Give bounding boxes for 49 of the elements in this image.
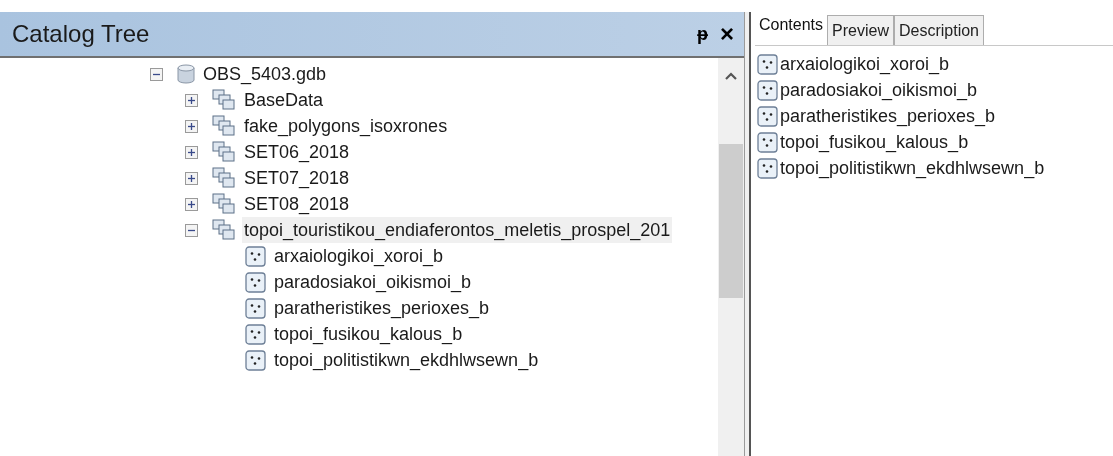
tree-item[interactable]: topoi_touristikou_endiaferontos_meletis_prospel_201: [242, 217, 673, 243]
expand-icon[interactable]: [185, 145, 198, 159]
tab[interactable]: Description: [893, 15, 984, 45]
expand-icon[interactable]: [185, 171, 198, 185]
tree-item[interactable]: paratheristikes_perioxes_b: [272, 295, 492, 321]
contents-item[interactable]: paratheristikes_perioxes_b: [780, 102, 996, 130]
tree-item[interactable]: BaseData: [242, 87, 326, 113]
point-feature-icon: [245, 349, 266, 371]
point-feature-icon: [757, 53, 778, 75]
contents-item[interactable]: paradosiakoi_oikismoi_b: [780, 76, 978, 104]
pin-button[interactable]: ᵽ: [697, 20, 708, 48]
point-feature-icon: [245, 271, 266, 293]
contents-item[interactable]: topoi_politistikwn_ekdhlwsewn_b: [780, 154, 1045, 182]
stacked-squares-icon: [212, 167, 236, 189]
cylinder-icon: [177, 64, 195, 84]
panel-title: Catalog Tree: [12, 19, 150, 49]
stacked-squares-icon: [212, 115, 236, 137]
tab[interactable]: Preview: [827, 15, 894, 45]
contents-item[interactable]: topoi_fusikou_kalous_b: [780, 128, 969, 156]
tree-item[interactable]: SET06_2018: [242, 139, 352, 165]
scroll-up-icon[interactable]: [725, 72, 737, 80]
scrollbar[interactable]: [718, 58, 744, 456]
stacked-squares-icon: [212, 193, 236, 215]
expand-icon[interactable]: [185, 197, 198, 211]
tree-item[interactable]: paradosiakoi_oikismoi_b: [272, 269, 474, 295]
point-feature-icon: [245, 297, 266, 319]
tree-item[interactable]: SET07_2018: [242, 165, 352, 191]
point-feature-icon: [245, 323, 266, 345]
collapse-icon[interactable]: [185, 223, 198, 237]
stacked-squares-icon: [212, 89, 236, 111]
tree-item[interactable]: OBS_5403.gdb: [201, 61, 329, 87]
tree-item[interactable]: topoi_politistikwn_ekdhlwsewn_b: [272, 347, 541, 373]
tree-item[interactable]: topoi_fusikou_kalous_b: [272, 321, 465, 347]
expand-icon[interactable]: [185, 119, 198, 133]
tree-item[interactable]: SET08_2018: [242, 191, 352, 217]
collapse-icon[interactable]: [150, 67, 163, 81]
point-feature-icon: [757, 105, 778, 127]
point-feature-icon: [245, 245, 266, 267]
contents-item[interactable]: arxaiologikoi_xoroi_b: [780, 50, 950, 78]
tree-item[interactable]: fake_polygons_isoxrones: [242, 113, 450, 139]
stacked-squares-icon: [212, 141, 236, 163]
point-feature-icon: [757, 157, 778, 179]
tree-item[interactable]: arxaiologikoi_xoroi_b: [272, 243, 446, 269]
expand-icon[interactable]: [185, 93, 198, 107]
point-feature-icon: [757, 131, 778, 153]
scrollbar-thumb[interactable]: [719, 144, 743, 298]
close-button[interactable]: ×: [720, 22, 734, 46]
point-feature-icon: [757, 79, 778, 101]
stacked-squares-icon: [212, 219, 236, 241]
